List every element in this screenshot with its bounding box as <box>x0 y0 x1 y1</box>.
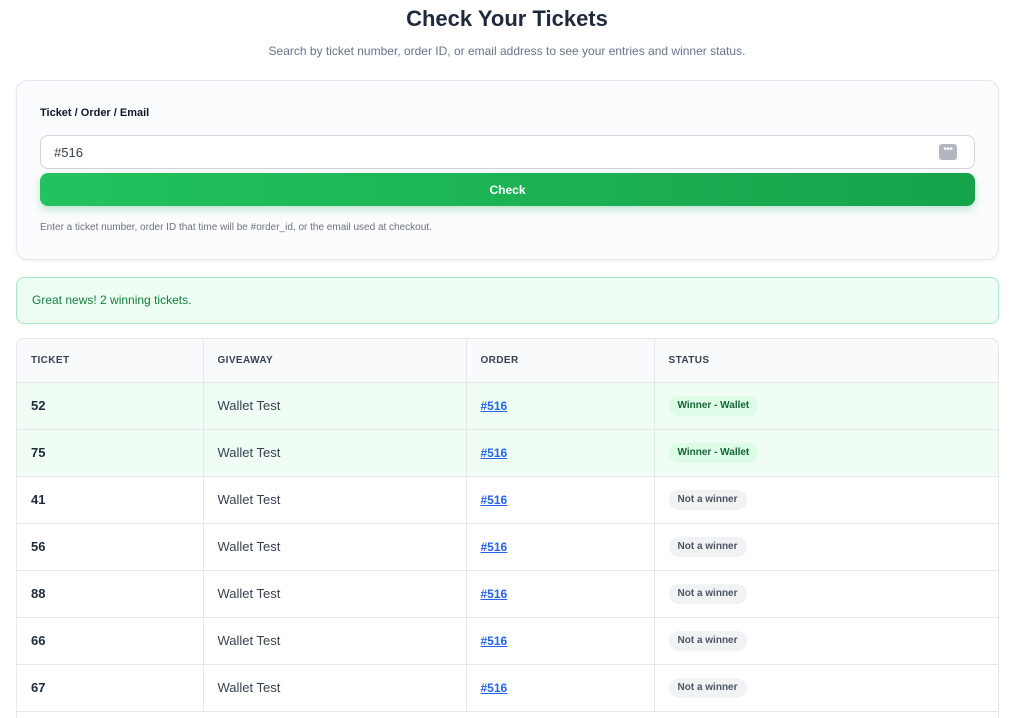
table-row: 88 Wallet Test #516 Not a winner <box>17 570 998 618</box>
ticket-number: 75 <box>17 429 204 477</box>
giveaway-name: Wallet Test <box>203 382 467 430</box>
status-badge: Winner - Wallet <box>668 395 759 416</box>
giveaway-name: Wallet Test <box>203 617 467 665</box>
status-badge: Not a winner <box>668 583 747 604</box>
table-row: 56 Wallet Test #516 Not a winner <box>17 523 998 571</box>
table-row: 41 Wallet Test #516 Not a winner <box>17 476 998 524</box>
giveaway-name: Wallet Test <box>203 570 467 618</box>
order-link[interactable]: #516 <box>481 540 508 554</box>
status-badge: Winner - Wallet <box>668 442 759 463</box>
ticket-number: 41 <box>17 476 204 524</box>
giveaway-name: Wallet Test <box>203 523 467 571</box>
table-row: 67 Wallet Test #516 Not a winner <box>17 664 998 712</box>
order-link[interactable]: #516 <box>481 681 508 695</box>
status-cell: Not a winner <box>654 664 998 712</box>
status-badge: Not a winner <box>668 677 747 698</box>
status-badge: Not a winner <box>668 630 747 651</box>
order-cell: #516 <box>466 523 655 571</box>
tickets-table: TICKET GIVEAWAY ORDER STATUS 52 Wallet Te… <box>16 338 999 718</box>
order-cell: #516 <box>466 476 655 524</box>
status-cell: Not a winner <box>654 523 998 571</box>
ticket-number: 88 <box>17 570 204 618</box>
table-header-row: TICKET GIVEAWAY ORDER STATUS <box>17 339 998 383</box>
order-cell: #516 <box>466 382 655 430</box>
search-label: Ticket / Order / Email <box>40 107 150 119</box>
status-cell: Winner - Wallet <box>654 382 998 430</box>
search-input[interactable] <box>41 136 931 168</box>
column-header-giveaway: GIVEAWAY <box>203 339 467 383</box>
column-header-status: STATUS <box>654 339 998 383</box>
status-cell: Not a winner <box>654 476 998 524</box>
order-cell: #516 <box>466 617 655 665</box>
table-row: 75 Wallet Test #516 Winner - Wallet <box>17 429 998 477</box>
ticket-number: 52 <box>17 382 204 430</box>
status-cell: Not a winner <box>654 570 998 618</box>
check-button[interactable]: Check <box>40 173 975 206</box>
table-row: 66 Wallet Test #516 Not a winner <box>17 617 998 665</box>
ticket-number: 56 <box>17 523 204 571</box>
giveaway-name: Wallet Test <box>203 429 467 477</box>
ticket-number: 66 <box>17 617 204 665</box>
order-cell: #516 <box>466 570 655 618</box>
column-header-ticket: TICKET <box>17 339 204 383</box>
status-badge: Not a winner <box>668 489 747 510</box>
order-link[interactable]: #516 <box>481 399 508 413</box>
status-badge: Not a winner <box>668 536 747 557</box>
giveaway-name: Wallet Test <box>203 664 467 712</box>
order-cell: #516 <box>466 664 655 712</box>
order-link[interactable]: #516 <box>481 587 508 601</box>
page-subtitle: Search by ticket number, order ID, or em… <box>268 44 746 58</box>
result-alert: Great news! 2 winning tickets. <box>16 277 999 324</box>
order-link[interactable]: #516 <box>481 634 508 648</box>
column-header-order: ORDER <box>466 339 655 383</box>
page: Check Your Tickets Search by ticket numb… <box>0 0 1024 718</box>
order-link[interactable]: #516 <box>481 446 508 460</box>
table-row: 52 Wallet Test #516 Winner - Wallet <box>17 382 998 430</box>
status-cell: Winner - Wallet <box>654 429 998 477</box>
ticket-number: 67 <box>17 664 204 712</box>
order-cell: #516 <box>466 429 655 477</box>
tickets-table-grid: TICKET GIVEAWAY ORDER STATUS 52 Wallet Te… <box>17 339 998 712</box>
search-hint: Enter a ticket number, order ID that tim… <box>40 222 432 233</box>
order-link[interactable]: #516 <box>481 493 508 507</box>
table-body: 52 Wallet Test #516 Winner - Wallet 75 Wallet… <box>17 382 998 712</box>
search-field: ••• <box>40 135 975 169</box>
giveaway-name: Wallet Test <box>203 476 467 524</box>
page-title: Check Your Tickets <box>406 6 608 31</box>
status-cell: Not a winner <box>654 617 998 665</box>
dots-icon[interactable]: ••• <box>939 144 957 160</box>
search-card: Ticket / Order / Email ••• Check Enter a… <box>16 80 999 260</box>
